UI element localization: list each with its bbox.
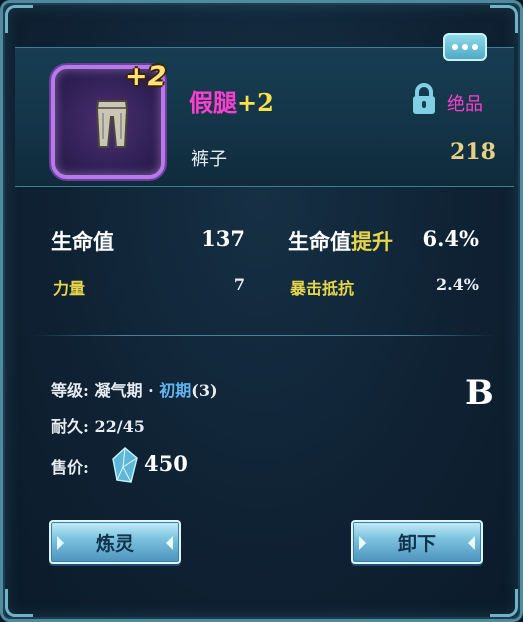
realm-label: 等级:	[51, 381, 89, 400]
durability-value: 22/45	[94, 417, 145, 436]
power-score: 218	[450, 139, 496, 165]
more-dots-icon	[472, 44, 478, 50]
refine-button[interactable]: 炼灵	[49, 520, 181, 564]
price-value: 450	[144, 451, 188, 476]
realm-separator: ·	[148, 381, 154, 400]
stat-value: 7	[233, 275, 245, 294]
stat-label: 生命值提升	[288, 226, 393, 256]
realm-number: (3)	[191, 381, 218, 400]
more-dots-icon	[462, 44, 468, 50]
lock-icon[interactable]	[409, 83, 439, 115]
frame-corner	[5, 589, 33, 617]
enhance-badge: +2	[125, 61, 167, 92]
stat-value: 6.4%	[422, 226, 480, 251]
durability-row: 耐久: 22/45	[51, 413, 145, 437]
price-label: 售价:	[51, 458, 89, 477]
realm-value: 凝气期	[94, 381, 143, 400]
stat-label: 暴击抵抗	[290, 279, 355, 298]
more-options-button[interactable]	[443, 33, 487, 61]
stat-label: 力量	[53, 279, 86, 298]
frame-corner	[490, 5, 518, 33]
more-dots-icon	[452, 44, 458, 50]
item-level-text: +2	[237, 88, 274, 117]
durability-label: 耐久:	[51, 417, 89, 436]
stat-value: 137	[201, 226, 245, 251]
frame-corner	[490, 589, 518, 617]
stat-label-main: 生命值	[288, 229, 351, 254]
item-name: 假腿+2	[189, 83, 274, 118]
item-type: 裤子	[191, 149, 227, 170]
frame-corner	[5, 5, 33, 33]
realm-stage: 初期	[159, 381, 192, 400]
stat-label: 生命值	[51, 229, 114, 254]
quality-label: 绝品	[447, 94, 483, 115]
stat-label-suffix: 提升	[351, 229, 393, 254]
stat-value: 2.4%	[435, 275, 479, 294]
unequip-button[interactable]: 卸下	[351, 520, 483, 564]
item-detail-panel: +2 假腿+2 裤子 绝品 218 生命值 137 生命值提升 6.4% 力量 …	[0, 0, 523, 622]
crystal-icon	[112, 447, 138, 483]
realm-row: 等级: 凝气期 · 初期(3)	[51, 377, 218, 401]
section-divider	[33, 335, 496, 336]
grade-label: B	[465, 373, 494, 413]
pants-icon	[95, 100, 129, 148]
item-name-text: 假腿	[189, 88, 237, 117]
